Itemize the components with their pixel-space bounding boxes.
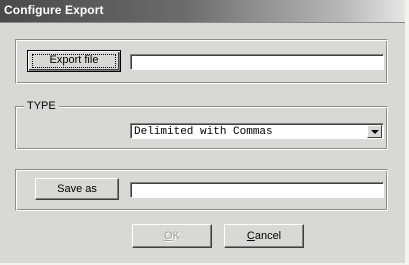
- window-title: Configure Export: [4, 3, 104, 17]
- ok-button[interactable]: OK: [132, 224, 212, 248]
- save-as-path-input[interactable]: [130, 182, 384, 198]
- title-bar: Configure Export: [0, 0, 405, 23]
- dropdown-arrow-icon[interactable]: [367, 125, 382, 138]
- type-group-legend: TYPE: [24, 100, 59, 112]
- export-type-selected-value: Delimited with Commas: [134, 126, 273, 138]
- configure-export-dialog: Configure Export Export file TYPE Delimi…: [0, 0, 405, 263]
- save-as-button[interactable]: Save as: [35, 178, 119, 200]
- export-type-select[interactable]: Delimited with Commas: [130, 123, 384, 139]
- cancel-button[interactable]: Cancel: [224, 224, 304, 248]
- type-group: TYPE Delimited with Commas: [15, 100, 388, 150]
- save-as-group: Save as: [15, 169, 388, 211]
- focus-ring: [32, 54, 116, 68]
- export-file-group: Export file: [15, 39, 388, 84]
- cancel-button-label: Cancel: [246, 230, 282, 242]
- ok-button-label: OK: [164, 230, 180, 242]
- export-file-path-input[interactable]: [130, 54, 384, 70]
- save-as-button-label: Save as: [57, 183, 97, 195]
- export-file-button[interactable]: Export file: [27, 50, 121, 72]
